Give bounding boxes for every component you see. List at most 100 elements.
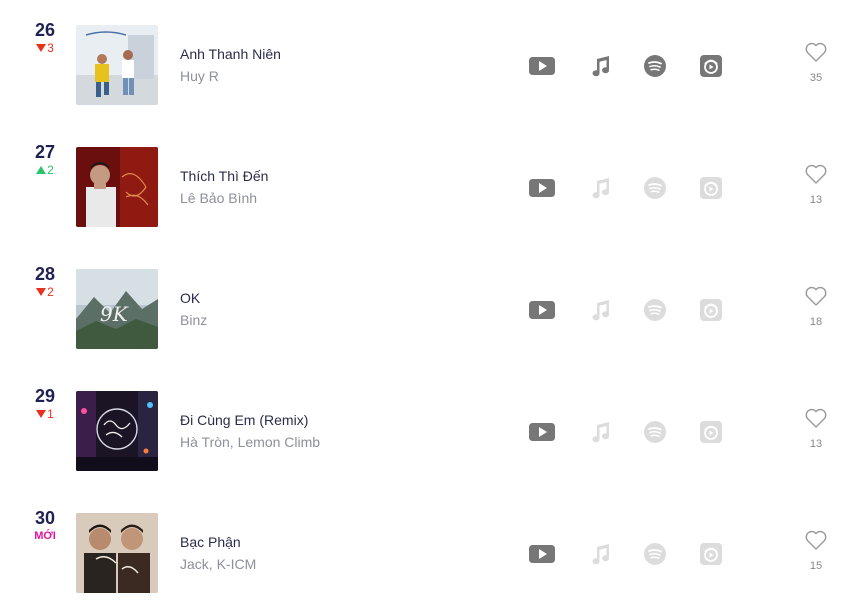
apple-music-button[interactable] [587, 421, 613, 443]
rank-number: 26 [34, 20, 56, 40]
album-cover[interactable]: 9K [76, 269, 158, 349]
cover-art [76, 25, 158, 105]
youtube-icon [529, 179, 555, 197]
chart-row: 27 2 Thích Thì Đến Lê Bảo Bình 13 [0, 122, 865, 244]
down-arrow-icon [36, 44, 47, 52]
spotify-icon [644, 543, 666, 565]
rank-number: 29 [34, 386, 56, 406]
rank-block: 30 MỚI [20, 507, 70, 543]
like-button[interactable]: 15 [800, 529, 832, 572]
rank-change-value: 2 [47, 285, 54, 299]
youtube-button[interactable] [529, 55, 555, 77]
rank-change-value: 2 [47, 163, 54, 177]
youtube-icon [529, 301, 555, 319]
youtube-icon [529, 423, 555, 441]
rank-number: 30 [34, 508, 56, 528]
rank-block: 26 3 [20, 19, 70, 55]
rank-change: 2 [20, 285, 70, 299]
like-count: 15 [809, 560, 823, 572]
nhaccuatui-button[interactable] [698, 55, 724, 77]
youtube-button[interactable] [529, 177, 555, 199]
spotify-button[interactable] [642, 177, 668, 199]
music-note-icon [592, 422, 610, 443]
up-arrow-icon [36, 166, 47, 174]
song-title[interactable]: Thích Thì Đến [180, 168, 268, 184]
song-title[interactable]: Đi Cùng Em (Remix) [180, 412, 308, 428]
song-title[interactable]: OK [180, 290, 200, 306]
apple-music-button[interactable] [587, 177, 613, 199]
album-cover[interactable] [76, 391, 158, 471]
cover-art: 9K [76, 269, 158, 349]
rank-change: 2 [20, 163, 70, 177]
rank-change: 3 [20, 41, 70, 55]
spotify-icon [644, 55, 666, 77]
heart-icon [805, 408, 827, 428]
song-artist[interactable]: Lê Bảo Bình [180, 190, 257, 206]
rank-change: 1 [20, 407, 70, 421]
nhaccuatui-button[interactable] [698, 177, 724, 199]
nhaccuatui-button[interactable] [698, 543, 724, 565]
nhaccuatui-icon [700, 177, 722, 199]
chart-row: 28 2 9K OK Binz 18 [0, 244, 865, 366]
like-button[interactable]: 35 [800, 41, 832, 84]
rank-number: 28 [34, 264, 56, 284]
album-cover[interactable] [76, 513, 158, 593]
youtube-icon [529, 57, 555, 75]
rank-block: 29 1 [20, 385, 70, 421]
youtube-icon [529, 545, 555, 563]
rank-new-badge: MỚI [34, 530, 56, 542]
spotify-button[interactable] [642, 299, 668, 321]
music-note-icon [592, 544, 610, 565]
nhaccuatui-icon [700, 55, 722, 77]
cover-art [76, 513, 158, 593]
spotify-button[interactable] [642, 543, 668, 565]
spotify-button[interactable] [642, 55, 668, 77]
like-count: 13 [809, 194, 823, 206]
down-arrow-icon [36, 288, 47, 296]
nhaccuatui-icon [700, 299, 722, 321]
like-button[interactable]: 13 [800, 163, 832, 206]
heart-icon [805, 530, 827, 550]
rank-change-value: 3 [47, 41, 54, 55]
like-button[interactable]: 13 [800, 407, 832, 450]
youtube-button[interactable] [529, 299, 555, 321]
chart-row: 30 MỚI Bạc Phận Jack, K-ICM 15 [0, 488, 865, 605]
music-note-icon [592, 300, 610, 321]
heart-icon [805, 286, 827, 306]
song-title[interactable]: Anh Thanh Niên [180, 46, 281, 62]
nhaccuatui-icon [700, 543, 722, 565]
rank-block: 28 2 [20, 263, 70, 299]
song-artist[interactable]: Hà Tròn, Lemon Climb [180, 434, 320, 450]
album-cover[interactable] [76, 147, 158, 227]
svg-text:9K: 9K [100, 302, 129, 326]
music-note-icon [592, 56, 610, 77]
chart-row: 26 3 Anh Thanh Niên Huy R 35 [0, 0, 865, 122]
youtube-button[interactable] [529, 421, 555, 443]
album-cover[interactable] [76, 25, 158, 105]
song-artist[interactable]: Jack, K-ICM [180, 556, 256, 572]
like-count: 35 [809, 72, 823, 84]
nhaccuatui-icon [700, 421, 722, 443]
song-artist[interactable]: Binz [180, 312, 207, 328]
like-count: 18 [809, 316, 823, 328]
chart-row: 29 1 Đi Cùng Em (Remix) Hà Tròn, Lemon C… [0, 366, 865, 488]
heart-icon [805, 42, 827, 62]
cover-art [76, 391, 158, 471]
apple-music-button[interactable] [587, 55, 613, 77]
song-artist[interactable]: Huy R [180, 68, 219, 84]
down-arrow-icon [36, 410, 47, 418]
rank-block: 27 2 [20, 141, 70, 177]
apple-music-button[interactable] [587, 543, 613, 565]
apple-music-button[interactable] [587, 299, 613, 321]
nhaccuatui-button[interactable] [698, 299, 724, 321]
spotify-icon [644, 299, 666, 321]
like-button[interactable]: 18 [800, 285, 832, 328]
song-title[interactable]: Bạc Phận [180, 534, 241, 550]
rank-change-value: 1 [47, 407, 54, 421]
youtube-button[interactable] [529, 543, 555, 565]
rank-number: 27 [34, 142, 56, 162]
spotify-button[interactable] [642, 421, 668, 443]
nhaccuatui-button[interactable] [698, 421, 724, 443]
chart-list: 26 3 Anh Thanh Niên Huy R 35 27 2 Thích … [0, 0, 865, 605]
spotify-icon [644, 421, 666, 443]
